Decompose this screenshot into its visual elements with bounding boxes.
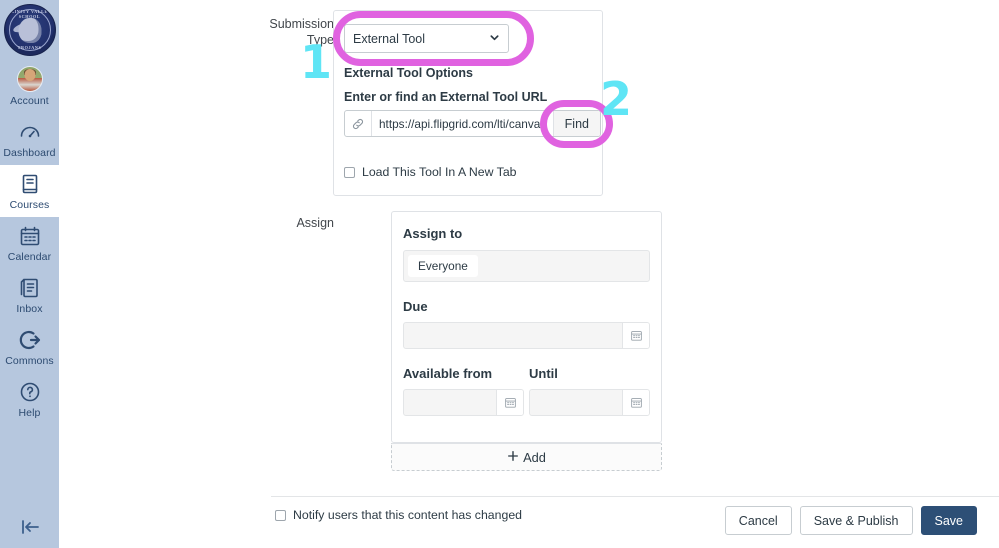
calendar-icon — [20, 226, 39, 246]
assign-to-pill-everyone[interactable]: Everyone — [408, 255, 478, 277]
sidebar-item-label-calendar: Calendar — [7, 251, 52, 263]
help-question-icon — [20, 382, 39, 402]
load-in-new-tab-checkbox[interactable] — [344, 166, 355, 178]
sidebar-item-dashboard[interactable]: Dashboard — [0, 113, 59, 165]
global-navigation-sidebar: TRINITY VALLEY SCHOOL TROJANS Account Da… — [0, 0, 59, 548]
seal-trojan-helmet — [18, 17, 41, 43]
external-tool-url-field: Find — [344, 110, 601, 137]
school-logo[interactable]: TRINITY VALLEY SCHOOL TROJANS — [0, 0, 59, 59]
notify-users-checkbox[interactable] — [275, 509, 286, 521]
submission-type-select[interactable]: External Tool — [344, 24, 509, 53]
assign-label: Assign — [296, 216, 334, 230]
footer-divider — [271, 496, 999, 497]
save-and-publish-button[interactable]: Save & Publish — [799, 506, 913, 535]
load-in-new-tab-label: Load This Tool In A New Tab — [362, 165, 517, 179]
chevron-down-icon — [489, 32, 500, 46]
notify-users-row[interactable]: Notify users that this content has chang… — [275, 508, 522, 522]
commons-arrow-icon — [19, 330, 40, 350]
sidebar-item-help[interactable]: Help — [0, 373, 59, 425]
load-in-new-tab-row[interactable]: Load This Tool In A New Tab — [344, 165, 517, 179]
sidebar-item-label-commons: Commons — [5, 355, 54, 367]
calendar-picker-icon — [504, 398, 516, 408]
until-input[interactable] — [530, 390, 622, 415]
due-date-field — [403, 322, 650, 349]
available-from-label: Available from — [403, 366, 493, 381]
due-date-calendar-button[interactable] — [622, 323, 649, 348]
due-label: Due — [403, 299, 428, 314]
available-from-input[interactable] — [404, 390, 496, 415]
assign-panel: Assign to Everyone Due Available from Un… — [391, 211, 662, 459]
external-tool-url-heading: Enter or find an External Tool URL — [344, 90, 548, 104]
find-button[interactable]: Find — [552, 111, 600, 136]
sidebar-item-courses[interactable]: Courses — [0, 165, 59, 217]
submission-type-selected-value: External Tool — [353, 31, 426, 46]
assignment-edit-screen: TRINITY VALLEY SCHOOL TROJANS Account Da… — [0, 0, 999, 548]
trinity-valley-seal-icon: TRINITY VALLEY SCHOOL TROJANS — [3, 3, 56, 56]
calendar-picker-icon — [630, 398, 642, 408]
sidebar-item-account[interactable]: Account — [0, 59, 59, 113]
save-button[interactable]: Save — [920, 506, 977, 535]
plus-icon — [507, 450, 519, 465]
link-chain-icon — [345, 111, 372, 136]
until-label: Until — [529, 366, 558, 381]
until-field — [529, 389, 650, 416]
assignment-form: Submission Type External Tool External T… — [59, 0, 999, 548]
assign-to-input[interactable]: Everyone — [403, 250, 650, 282]
due-date-input[interactable] — [404, 323, 622, 348]
add-button-label: Add — [523, 449, 546, 465]
sidebar-item-calendar[interactable]: Calendar — [0, 217, 59, 269]
available-from-calendar-button[interactable] — [496, 390, 523, 415]
sidebar-item-label-account: Account — [10, 95, 49, 107]
courses-book-icon — [22, 174, 37, 194]
sidebar-item-inbox[interactable]: Inbox — [0, 269, 59, 321]
inbox-envelope-icon — [20, 278, 38, 298]
sidebar-item-commons[interactable]: Commons — [0, 321, 59, 373]
submission-type-label: Submission Type — [269, 17, 334, 47]
assign-to-label: Assign to — [403, 226, 463, 241]
collapse-sidebar-button[interactable] — [0, 506, 59, 548]
until-calendar-button[interactable] — [622, 390, 649, 415]
footer-actions: Cancel Save & Publish Save — [724, 506, 977, 535]
sidebar-item-label-courses: Courses — [9, 199, 50, 211]
add-assignment-override-button[interactable]: Add — [391, 443, 662, 471]
external-tool-url-input[interactable] — [372, 111, 553, 136]
sidebar-item-label-help: Help — [18, 407, 41, 419]
seal-text-bottom: TROJANS — [17, 44, 42, 50]
available-from-field — [403, 389, 524, 416]
cancel-button[interactable]: Cancel — [724, 506, 792, 535]
collapse-sidebar-icon — [21, 520, 39, 534]
dashboard-gauge-icon — [20, 126, 39, 138]
sidebar-item-label-dashboard: Dashboard — [3, 147, 56, 159]
notify-users-label: Notify users that this content has chang… — [293, 508, 522, 522]
sidebar-item-label-inbox: Inbox — [16, 303, 43, 315]
calendar-picker-icon — [630, 331, 642, 341]
user-avatar-icon — [16, 66, 43, 92]
external-tool-options-heading: External Tool Options — [344, 66, 473, 80]
